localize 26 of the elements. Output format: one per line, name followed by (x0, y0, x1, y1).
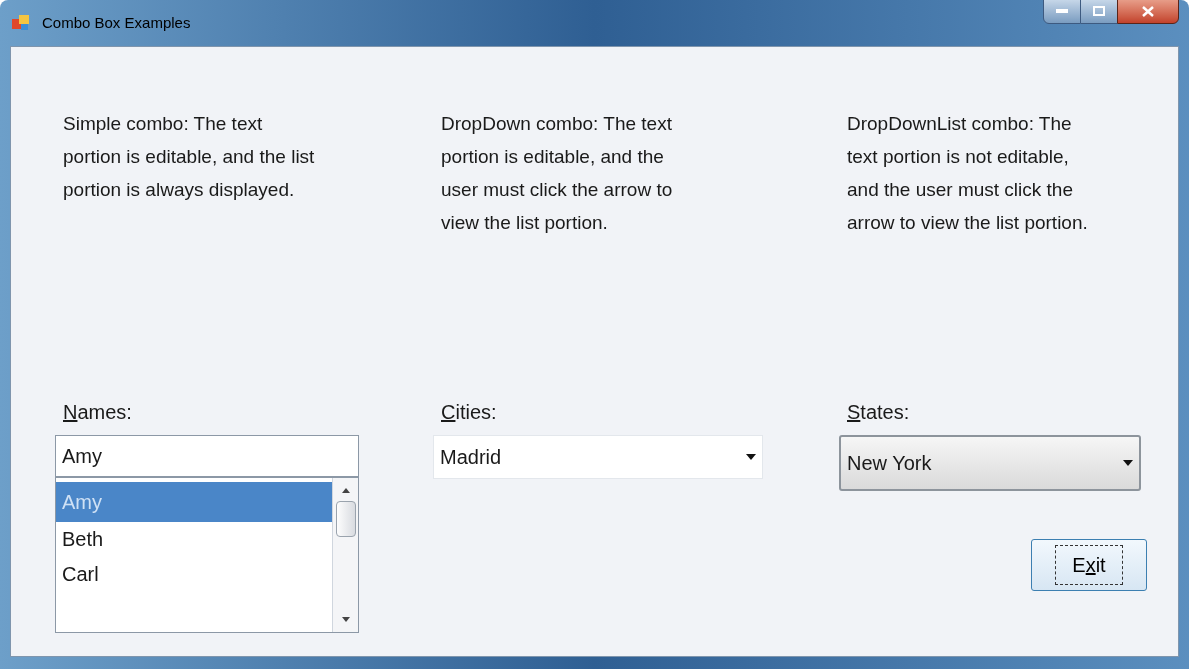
scroll-thumb[interactable] (335, 501, 356, 537)
close-icon (1142, 5, 1154, 17)
exit-button[interactable]: Exit (1031, 539, 1147, 591)
description-text: Simple combo: The text portion is editable, and the list portion is always displayed. (63, 112, 316, 202)
list-item[interactable]: Beth (56, 522, 332, 557)
dropdown-arrow-icon (1123, 460, 1133, 466)
close-button[interactable] (1117, 0, 1179, 24)
maximize-icon (1093, 6, 1105, 16)
list-item[interactable]: Carl (56, 557, 332, 592)
minimize-button[interactable] (1043, 0, 1081, 24)
field-label: Cities: (441, 400, 497, 425)
app-icon (12, 15, 30, 31)
maximize-button[interactable] (1081, 0, 1117, 24)
description-text: DropDown combo: The text portion is editable, and the user must click the arrow to view the list portion. (441, 112, 674, 235)
cities-combo-box[interactable]: Madrid (433, 435, 763, 479)
states-dropdown[interactable]: New York (839, 435, 1141, 491)
scroll-down-icon (341, 617, 350, 622)
scroll-up-icon (341, 488, 350, 493)
minimize-icon (1056, 9, 1068, 13)
scrollbar[interactable] (332, 478, 358, 632)
dropdown-arrow-icon (746, 454, 756, 460)
field-label: States: (847, 400, 910, 425)
names-combo-field[interactable]: Amy (55, 435, 359, 477)
description-text: DropDownList combo: The text portion is not editable, and the user must click the arrow to view the list portion. (847, 112, 1089, 235)
window-title: Combo Box Examples (42, 12, 191, 33)
field-label: Names: (63, 400, 132, 425)
